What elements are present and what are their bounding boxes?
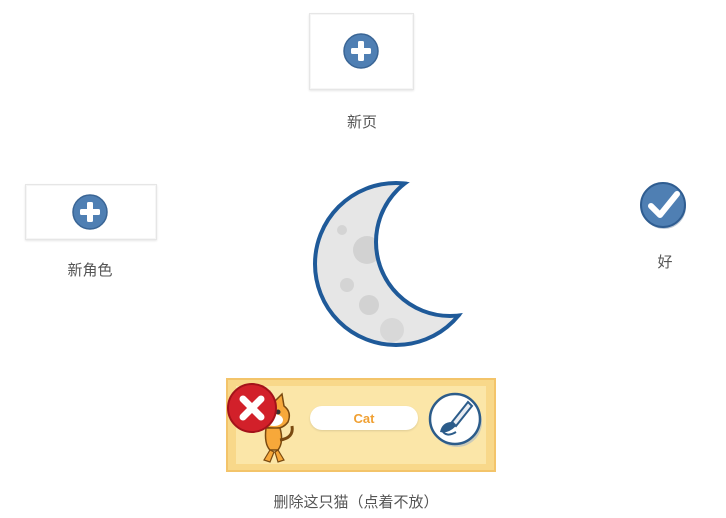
new-sprite-label: 新角色: [67, 261, 113, 279]
new-page-label: 新页: [346, 113, 377, 131]
ok-label: 好: [657, 253, 673, 271]
moon-icon: [313, 180, 480, 347]
sprite-name-field[interactable]: Cat: [310, 406, 418, 430]
delete-x-icon[interactable]: [226, 382, 278, 434]
plus-icon: [72, 194, 108, 230]
plus-icon: [343, 33, 379, 69]
new-page-button[interactable]: [309, 13, 414, 90]
sprite-card[interactable]: Cat: [226, 378, 496, 472]
checkmark-icon[interactable]: [640, 182, 690, 232]
delete-hint-label: 删除这只猫（点着不放）: [273, 493, 439, 511]
paintbrush-icon[interactable]: [428, 392, 484, 448]
new-sprite-button[interactable]: [25, 184, 157, 240]
